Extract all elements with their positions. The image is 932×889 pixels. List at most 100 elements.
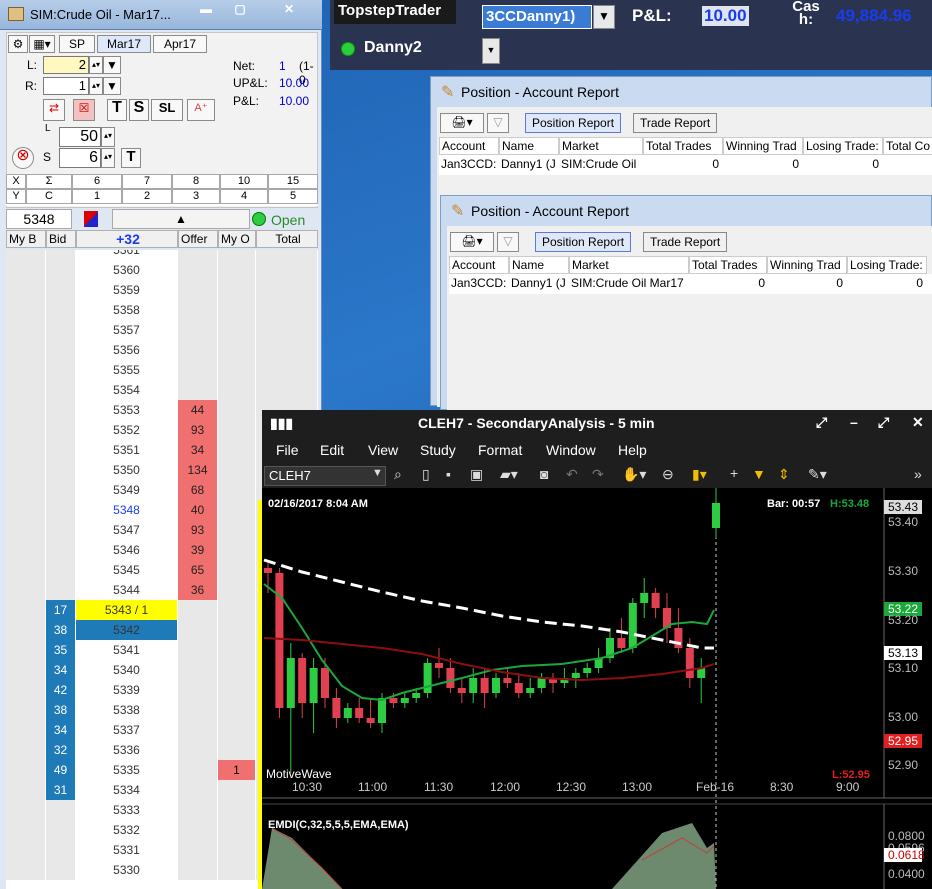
my-bid-cell[interactable]	[6, 740, 46, 760]
col-winning-trades[interactable]: Winning Trad	[767, 256, 847, 274]
scroll-up-button[interactable]: ▲	[112, 209, 250, 229]
my-offer-cell[interactable]	[218, 260, 256, 280]
my-bid-cell[interactable]	[6, 580, 46, 600]
price-cell[interactable]: 5359	[76, 280, 178, 300]
account-selector[interactable]: 3CCDanny1)	[482, 5, 592, 29]
my-bid-cell[interactable]	[6, 420, 46, 440]
price-cell[interactable]: 5360	[76, 260, 178, 280]
minimize-button[interactable]: ▬	[190, 1, 222, 20]
bid-cell[interactable]	[46, 560, 76, 580]
bid-cell[interactable]	[46, 260, 76, 280]
col-bid[interactable]: Bid	[46, 230, 76, 248]
offer-cell[interactable]	[178, 740, 218, 760]
price-cell[interactable]: 5341	[76, 640, 178, 660]
price-cell[interactable]: 5354	[76, 380, 178, 400]
my-bid-cell[interactable]	[6, 340, 46, 360]
my-bid-cell[interactable]	[6, 260, 46, 280]
symbol-selector[interactable]: SP	[59, 35, 95, 53]
my-offer-cell[interactable]	[218, 440, 256, 460]
price-cell[interactable]: 5343 / 1	[76, 600, 178, 620]
s-button[interactable]: S	[129, 99, 149, 121]
bid-cell[interactable]	[46, 400, 76, 420]
my-offer-cell[interactable]	[218, 360, 256, 380]
price-cell[interactable]: 5331	[76, 840, 178, 860]
col-winning-trades[interactable]: Winning Trad	[723, 137, 803, 155]
price-cell[interactable]: 5355	[76, 360, 178, 380]
price-cell[interactable]: 5357	[76, 320, 178, 340]
my-bid-cell[interactable]	[6, 720, 46, 740]
ladder-row[interactable]: 5356	[6, 340, 318, 360]
offer-cell[interactable]	[178, 320, 218, 340]
price-cell[interactable]: 5332	[76, 820, 178, 840]
price-cell[interactable]: 5351	[76, 440, 178, 460]
offer-cell[interactable]: 34	[178, 440, 218, 460]
close-position-icon[interactable]: ⊗	[12, 147, 34, 169]
bid-cell[interactable]: 35	[46, 640, 76, 660]
price-cell[interactable]: 5353	[76, 400, 178, 420]
total-cell[interactable]	[256, 360, 318, 380]
my-offer-cell[interactable]	[218, 580, 256, 600]
my-offer-cell[interactable]	[218, 860, 256, 880]
grid-cell[interactable]: X	[6, 174, 26, 189]
my-bid-cell[interactable]	[6, 600, 46, 620]
my-offer-cell[interactable]	[218, 280, 256, 300]
my-bid-cell[interactable]	[6, 400, 46, 420]
col-total-commission[interactable]: Total Co	[883, 137, 932, 155]
maximize-icon[interactable]: ⤢	[878, 414, 889, 431]
t2-button[interactable]: T	[121, 148, 141, 168]
my-bid-cell[interactable]	[6, 540, 46, 560]
l-dropdown[interactable]: ▼	[103, 56, 121, 74]
pan-hand-icon[interactable]: ✋▾	[622, 466, 646, 483]
offer-cell[interactable]	[178, 380, 218, 400]
my-bid-cell[interactable]	[6, 640, 46, 660]
offer-cell[interactable]: 134	[178, 460, 218, 480]
bid-cell[interactable]	[46, 420, 76, 440]
total-cell[interactable]	[256, 250, 318, 260]
search-icon[interactable]: ⌕	[394, 466, 402, 483]
col-losing-trades[interactable]: Losing Trade:	[847, 256, 927, 274]
current-price-box[interactable]: 5348	[6, 209, 72, 229]
price-cell[interactable]: 5346	[76, 540, 178, 560]
user-dropdown-button[interactable]: ▼	[482, 38, 500, 64]
alert-icon[interactable]: ▼	[752, 466, 766, 482]
bid-cell[interactable]: 42	[46, 680, 76, 700]
my-bid-cell[interactable]	[6, 680, 46, 700]
my-bid-cell[interactable]	[6, 660, 46, 680]
my-bid-cell[interactable]	[6, 500, 46, 520]
price-cell[interactable]: 5338	[76, 700, 178, 720]
my-offer-cell[interactable]	[218, 780, 256, 800]
zoom-icon[interactable]: ⊖	[662, 466, 674, 483]
price-cell[interactable]: 5345	[76, 560, 178, 580]
offer-cell[interactable]	[178, 250, 218, 260]
my-offer-cell[interactable]	[218, 840, 256, 860]
sl-button[interactable]: SL	[151, 99, 183, 121]
offer-cell[interactable]	[178, 820, 218, 840]
camera-icon[interactable]: ◙	[540, 466, 548, 482]
close-icon[interactable]: ✕	[912, 414, 924, 431]
my-offer-cell[interactable]	[218, 800, 256, 820]
my-offer-cell[interactable]	[218, 740, 256, 760]
bid-cell[interactable]	[46, 250, 76, 260]
my-bid-cell[interactable]	[6, 380, 46, 400]
filter-icon[interactable]: ▽	[487, 113, 509, 133]
offer-cell[interactable]: 93	[178, 420, 218, 440]
tab-trade-report[interactable]: Trade Report	[633, 113, 718, 133]
settings-icon[interactable]: ⚙	[8, 35, 28, 53]
cancel-all-icon[interactable]: ☒	[73, 99, 95, 121]
price-cell[interactable]: 5330	[76, 860, 178, 880]
l2-spinner[interactable]: ▴▾	[101, 127, 115, 147]
grid-cell[interactable]: 2	[122, 189, 172, 204]
col-my-bid[interactable]: My B	[6, 230, 46, 248]
open-folder-icon[interactable]: ▰▾	[500, 466, 518, 483]
col-offer[interactable]: Offer	[178, 230, 218, 248]
s2-spinner[interactable]: ▴▾	[101, 148, 115, 168]
offer-cell[interactable]: 40	[178, 500, 218, 520]
my-bid-cell[interactable]	[6, 280, 46, 300]
price-cell[interactable]: 5356	[76, 340, 178, 360]
my-offer-cell[interactable]	[218, 560, 256, 580]
my-bid-cell[interactable]	[6, 300, 46, 320]
flatten-icon[interactable]: ⇄	[43, 99, 65, 121]
price-cell[interactable]: 5361	[76, 250, 178, 260]
offer-cell[interactable]	[178, 360, 218, 380]
col-my-offer[interactable]: My O	[218, 230, 256, 248]
